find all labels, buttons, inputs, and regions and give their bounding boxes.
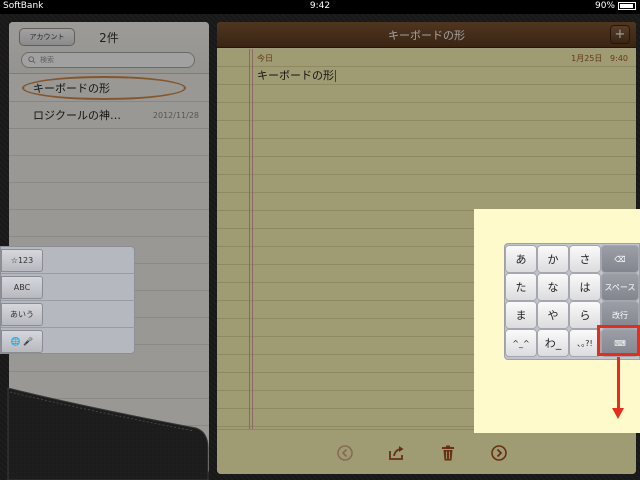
key-abc[interactable]: ABC xyxy=(1,276,43,299)
key-emoticon[interactable]: ^_^ xyxy=(505,329,537,357)
status-bar: SoftBank 9:42 90% xyxy=(0,0,640,14)
key-kana[interactable]: あいう xyxy=(1,303,43,326)
key-symbols[interactable]: ☆123 xyxy=(1,249,43,272)
battery-icon xyxy=(618,2,636,10)
battery-percent: 90% xyxy=(594,1,615,11)
annotation-arrow-head xyxy=(612,408,624,419)
keyboard-row: ☆123 xyxy=(1,247,135,274)
key-ha[interactable]: は xyxy=(569,273,601,301)
key-wa[interactable]: わ_ xyxy=(537,329,569,357)
backspace-button[interactable]: ⌫ xyxy=(601,245,639,273)
key-ma[interactable]: ま xyxy=(505,301,537,329)
left-keyboard-panel: ☆123 ABC あいう 🌐 🎤 xyxy=(0,246,135,354)
key-sa[interactable]: さ xyxy=(569,245,601,273)
key-na[interactable]: な xyxy=(537,273,569,301)
leather-pocket xyxy=(7,387,209,480)
space-key[interactable]: スペース xyxy=(601,273,639,301)
keyboard-row: あいう xyxy=(1,301,135,328)
clock: 9:42 xyxy=(309,1,331,11)
keyboard-row: 🌐 🎤 xyxy=(1,328,135,355)
key-ta[interactable]: た xyxy=(505,273,537,301)
key-a[interactable]: あ xyxy=(505,245,537,273)
annotation-arrow-line xyxy=(617,357,620,411)
key-globe-mic[interactable]: 🌐 🎤 xyxy=(1,330,43,353)
dim-overlay xyxy=(0,14,640,209)
annotation-box xyxy=(597,325,640,356)
battery-indicator: 90% xyxy=(595,1,636,11)
keyboard-row: ABC xyxy=(1,274,135,301)
key-ka[interactable]: か xyxy=(537,245,569,273)
key-ya[interactable]: や xyxy=(537,301,569,329)
